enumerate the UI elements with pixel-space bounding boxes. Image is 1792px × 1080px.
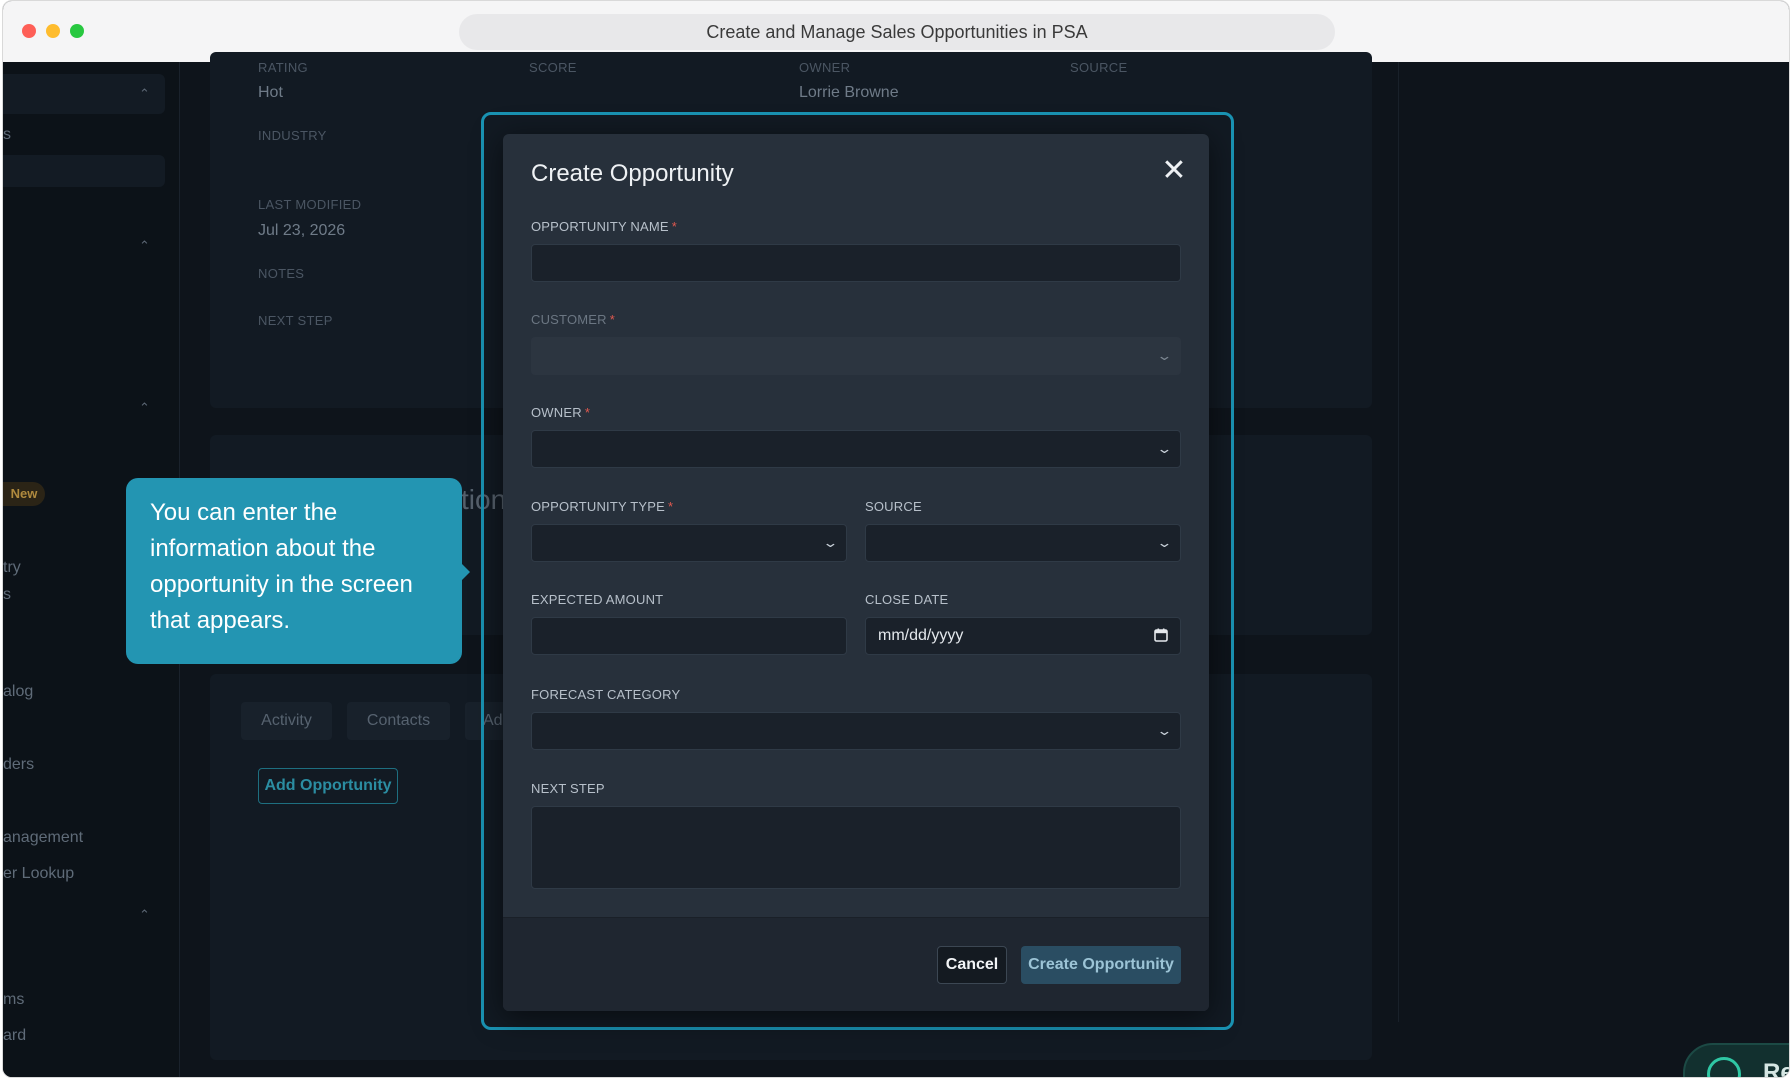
dialog-title: Create Opportunity: [531, 160, 734, 187]
chevron-up-icon[interactable]: ⌃: [139, 400, 150, 416]
owner-label: OWNER *: [531, 405, 591, 420]
last-modified-value: Jul 23, 2026: [258, 222, 346, 239]
sidebar-item[interactable]: er Lookup: [3, 865, 74, 883]
sidebar-item[interactable]: alog: [3, 683, 33, 701]
sidebar-item[interactable]: s: [3, 586, 11, 604]
dialog-footer: Cancel Create Opportunity: [503, 917, 1209, 1011]
close-date-label: CLOSE DATE: [865, 592, 949, 607]
resume-label: Re: [1763, 1059, 1789, 1078]
next-step-label: NEXT STEP: [258, 313, 333, 328]
opportunity-type-label: OPPORTUNITY TYPE *: [531, 499, 674, 514]
tab-contacts[interactable]: Contacts: [347, 702, 450, 740]
customer-label: CUSTOMER *: [531, 312, 616, 327]
sidebar-item[interactable]: s: [3, 126, 11, 144]
chevron-down-icon: ⌄: [1156, 723, 1173, 738]
create-opportunity-dialog: Create Opportunity ✕ OPPORTUNITY NAME * C…: [503, 134, 1209, 1011]
sidebar-item[interactable]: ard: [3, 1027, 26, 1045]
close-date-placeholder: mm/dd/yyyy: [878, 627, 964, 644]
chevron-up-icon: ⌃: [139, 86, 150, 101]
window-title: Create and Manage Sales Opportunities in…: [459, 14, 1335, 50]
guide-tooltip: You can enter the information about the …: [126, 478, 470, 664]
sidebar-item[interactable]: try: [3, 559, 21, 577]
next-step-label: NEXT STEP: [531, 781, 605, 796]
add-opportunity-button[interactable]: Add Opportunity: [258, 768, 398, 804]
expected-amount-label: EXPECTED AMOUNT: [531, 592, 664, 607]
close-icon[interactable]: ✕: [1159, 156, 1189, 186]
next-step-textarea[interactable]: [531, 806, 1181, 889]
expected-amount-input[interactable]: [531, 617, 847, 655]
sidebar-section-header[interactable]: ⌃: [3, 74, 165, 114]
source-label: SOURCE: [865, 499, 922, 514]
notes-label: NOTES: [258, 266, 305, 281]
cancel-button[interactable]: Cancel: [937, 946, 1007, 984]
chevron-down-icon: ⌄: [1156, 441, 1173, 456]
forecast-category-select[interactable]: ⌄: [531, 712, 1181, 750]
last-modified-label: LAST MODIFIED: [258, 197, 362, 212]
divider: [1398, 62, 1399, 1022]
source-label: SOURCE: [1070, 60, 1128, 75]
tab-activity[interactable]: Activity: [241, 702, 332, 740]
rating-label: RATING: [258, 60, 308, 75]
close-date-input[interactable]: mm/dd/yyyy: [865, 617, 1181, 655]
forecast-category-label: FORECAST CATEGORY: [531, 687, 681, 702]
chevron-down-icon: ⌄: [822, 535, 839, 550]
sidebar-item[interactable]: ders: [3, 756, 34, 774]
industry-label: INDUSTRY: [258, 128, 327, 143]
owner-select[interactable]: ⌄: [531, 430, 1181, 468]
chevron-down-icon: ⌄: [1156, 535, 1173, 550]
close-window-button[interactable]: [22, 24, 36, 38]
owner-label: OWNER: [799, 60, 851, 75]
resume-icon: [1707, 1057, 1741, 1077]
customer-select[interactable]: ⌄: [531, 337, 1181, 375]
new-badge: New: [3, 482, 45, 506]
opportunity-name-label: OPPORTUNITY NAME *: [531, 219, 678, 234]
rating-value: Hot: [258, 84, 283, 101]
sidebar-item[interactable]: ms: [3, 991, 24, 1009]
score-label: SCORE: [529, 60, 577, 75]
chevron-up-icon[interactable]: ⌃: [139, 907, 150, 923]
maximize-window-button[interactable]: [70, 24, 84, 38]
chevron-up-icon[interactable]: ⌃: [139, 238, 150, 254]
chevron-down-icon: ⌄: [1156, 348, 1173, 363]
source-select[interactable]: ⌄: [865, 524, 1181, 562]
sidebar-item-active[interactable]: [3, 155, 165, 187]
opportunity-name-input[interactable]: [531, 244, 1181, 282]
minimize-window-button[interactable]: [46, 24, 60, 38]
calendar-icon[interactable]: [1154, 628, 1168, 642]
browser-window: Create and Manage Sales Opportunities in…: [2, 0, 1790, 1078]
sidebar-item[interactable]: anagement: [3, 829, 83, 847]
create-opportunity-button[interactable]: Create Opportunity: [1021, 946, 1181, 984]
opportunity-type-select[interactable]: ⌄: [531, 524, 847, 562]
owner-value: Lorrie Browne: [799, 84, 899, 101]
resume-button[interactable]: Re: [1683, 1043, 1789, 1078]
